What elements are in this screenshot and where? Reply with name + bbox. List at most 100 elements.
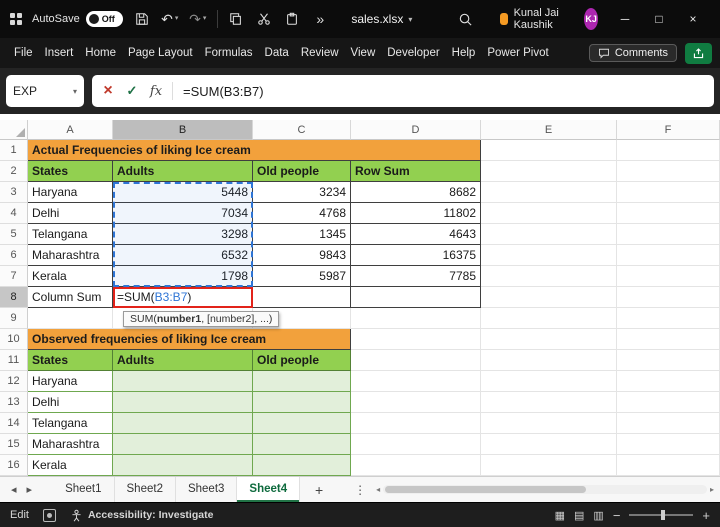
cell-D14[interactable] bbox=[351, 413, 481, 434]
page-break-view-icon[interactable]: ▥ bbox=[593, 509, 603, 522]
cell-C2[interactable]: Old people bbox=[253, 161, 351, 182]
cell-B12[interactable] bbox=[113, 371, 253, 392]
menu-tab-home[interactable]: Home bbox=[79, 38, 122, 68]
cell-F11[interactable] bbox=[617, 350, 720, 371]
row-header-8[interactable]: 8 bbox=[0, 287, 28, 308]
row-header-2[interactable]: 2 bbox=[0, 161, 28, 182]
cell-B16[interactable] bbox=[113, 455, 253, 476]
cell-F5[interactable] bbox=[617, 224, 720, 245]
cell-D16[interactable] bbox=[351, 455, 481, 476]
scrollbar-track[interactable] bbox=[383, 485, 707, 494]
cell-D6[interactable]: 16375 bbox=[351, 245, 481, 266]
share-button[interactable] bbox=[685, 43, 712, 64]
scroll-right-icon[interactable]: ▸ bbox=[710, 485, 714, 494]
cell-F7[interactable] bbox=[617, 266, 720, 287]
cell-C5[interactable]: 1345 bbox=[253, 224, 351, 245]
formula-field[interactable]: × ✓ fx =SUM(B3:B7) bbox=[92, 75, 714, 107]
cell-D4[interactable]: 11802 bbox=[351, 203, 481, 224]
cell-C3[interactable]: 3234 bbox=[253, 182, 351, 203]
autosave-toggle[interactable]: Off bbox=[86, 11, 123, 27]
cell-A12[interactable]: Haryana bbox=[28, 371, 113, 392]
cell-E9[interactable] bbox=[481, 308, 617, 329]
sheet-tab-sheet4[interactable]: Sheet4 bbox=[237, 477, 300, 502]
cell-E2[interactable] bbox=[481, 161, 617, 182]
cell-A1[interactable]: Actual Frequencies of liking Ice cream bbox=[28, 140, 481, 161]
cell-A7[interactable]: Kerala bbox=[28, 266, 113, 287]
row-header-13[interactable]: 13 bbox=[0, 392, 28, 413]
cell-A16[interactable]: Kerala bbox=[28, 455, 113, 476]
cell-B3[interactable]: 5448 bbox=[113, 182, 253, 203]
row-header-10[interactable]: 10 bbox=[0, 329, 28, 350]
cell-E10[interactable] bbox=[481, 329, 617, 350]
cell-A2[interactable]: States bbox=[28, 161, 113, 182]
cell-F16[interactable] bbox=[617, 455, 720, 476]
cell-B7[interactable]: 1798 bbox=[113, 266, 253, 287]
cell-F1[interactable] bbox=[617, 140, 720, 161]
cell-E1[interactable] bbox=[481, 140, 617, 161]
menu-tab-help[interactable]: Help bbox=[446, 38, 482, 68]
cell-E8[interactable] bbox=[481, 287, 617, 308]
cell-B13[interactable] bbox=[113, 392, 253, 413]
maximize-button[interactable]: □ bbox=[642, 0, 676, 38]
scroll-left-icon[interactable]: ◂ bbox=[376, 485, 380, 494]
close-button[interactable]: × bbox=[676, 0, 710, 38]
cell-F9[interactable] bbox=[617, 308, 720, 329]
cell-D8[interactable] bbox=[351, 287, 481, 308]
row-header-7[interactable]: 7 bbox=[0, 266, 28, 287]
cell-E7[interactable] bbox=[481, 266, 617, 287]
page-layout-view-icon[interactable]: ▤ bbox=[574, 509, 584, 522]
cut-button[interactable] bbox=[255, 7, 273, 31]
cell-D9[interactable] bbox=[351, 308, 481, 329]
cell-E13[interactable] bbox=[481, 392, 617, 413]
more-commands-button[interactable]: » bbox=[311, 7, 329, 31]
account-control[interactable]: Kunal Jai Kaushik bbox=[500, 7, 566, 31]
menu-tab-page-layout[interactable]: Page Layout bbox=[122, 38, 199, 68]
undo-dropdown-icon[interactable]: ▾ bbox=[175, 7, 179, 31]
cell-E12[interactable] bbox=[481, 371, 617, 392]
cell-D12[interactable] bbox=[351, 371, 481, 392]
row-header-9[interactable]: 9 bbox=[0, 308, 28, 329]
row-header-5[interactable]: 5 bbox=[0, 224, 28, 245]
name-box-chevron-icon[interactable]: ▾ bbox=[73, 87, 77, 96]
cell-A10[interactable]: Observed frequencies of liking Ice cream bbox=[28, 329, 351, 350]
cell-E15[interactable] bbox=[481, 434, 617, 455]
cell-C8[interactable] bbox=[253, 287, 351, 308]
cell-A14[interactable]: Telangana bbox=[28, 413, 113, 434]
normal-view-icon[interactable]: ▦ bbox=[555, 509, 565, 522]
column-header-a[interactable]: A bbox=[28, 120, 113, 140]
sheet-more-icon[interactable]: ⋮ bbox=[354, 483, 366, 497]
select-all-button[interactable] bbox=[0, 120, 28, 140]
row-header-11[interactable]: 11 bbox=[0, 350, 28, 371]
cell-A9[interactable] bbox=[28, 308, 113, 329]
cell-A11[interactable]: States bbox=[28, 350, 113, 371]
scrollbar-thumb[interactable] bbox=[385, 486, 586, 493]
cell-A5[interactable]: Telangana bbox=[28, 224, 113, 245]
cell-B11[interactable]: Adults bbox=[113, 350, 253, 371]
cell-E3[interactable] bbox=[481, 182, 617, 203]
cell-F12[interactable] bbox=[617, 371, 720, 392]
menu-tab-data[interactable]: Data bbox=[259, 38, 295, 68]
zoom-slider-knob[interactable] bbox=[661, 510, 665, 520]
zoom-slider[interactable] bbox=[629, 514, 693, 516]
autosave-control[interactable]: AutoSave Off bbox=[32, 11, 123, 27]
cell-A15[interactable]: Maharashtra bbox=[28, 434, 113, 455]
cell-C11[interactable]: Old people bbox=[253, 350, 351, 371]
cell-C14[interactable] bbox=[253, 413, 351, 434]
cancel-button[interactable]: × bbox=[96, 82, 120, 100]
menu-tab-view[interactable]: View bbox=[345, 38, 382, 68]
cell-F4[interactable] bbox=[617, 203, 720, 224]
menu-tab-file[interactable]: File bbox=[8, 38, 39, 68]
row-header-15[interactable]: 15 bbox=[0, 434, 28, 455]
cell-A6[interactable]: Maharashtra bbox=[28, 245, 113, 266]
cell-C15[interactable] bbox=[253, 434, 351, 455]
cell-D3[interactable]: 8682 bbox=[351, 182, 481, 203]
cell-F14[interactable] bbox=[617, 413, 720, 434]
cell-A13[interactable]: Delhi bbox=[28, 392, 113, 413]
row-header-4[interactable]: 4 bbox=[0, 203, 28, 224]
menu-tab-developer[interactable]: Developer bbox=[381, 38, 445, 68]
enter-button[interactable]: ✓ bbox=[120, 83, 144, 99]
cell-E11[interactable] bbox=[481, 350, 617, 371]
row-header-6[interactable]: 6 bbox=[0, 245, 28, 266]
row-header-12[interactable]: 12 bbox=[0, 371, 28, 392]
menu-tab-review[interactable]: Review bbox=[295, 38, 345, 68]
